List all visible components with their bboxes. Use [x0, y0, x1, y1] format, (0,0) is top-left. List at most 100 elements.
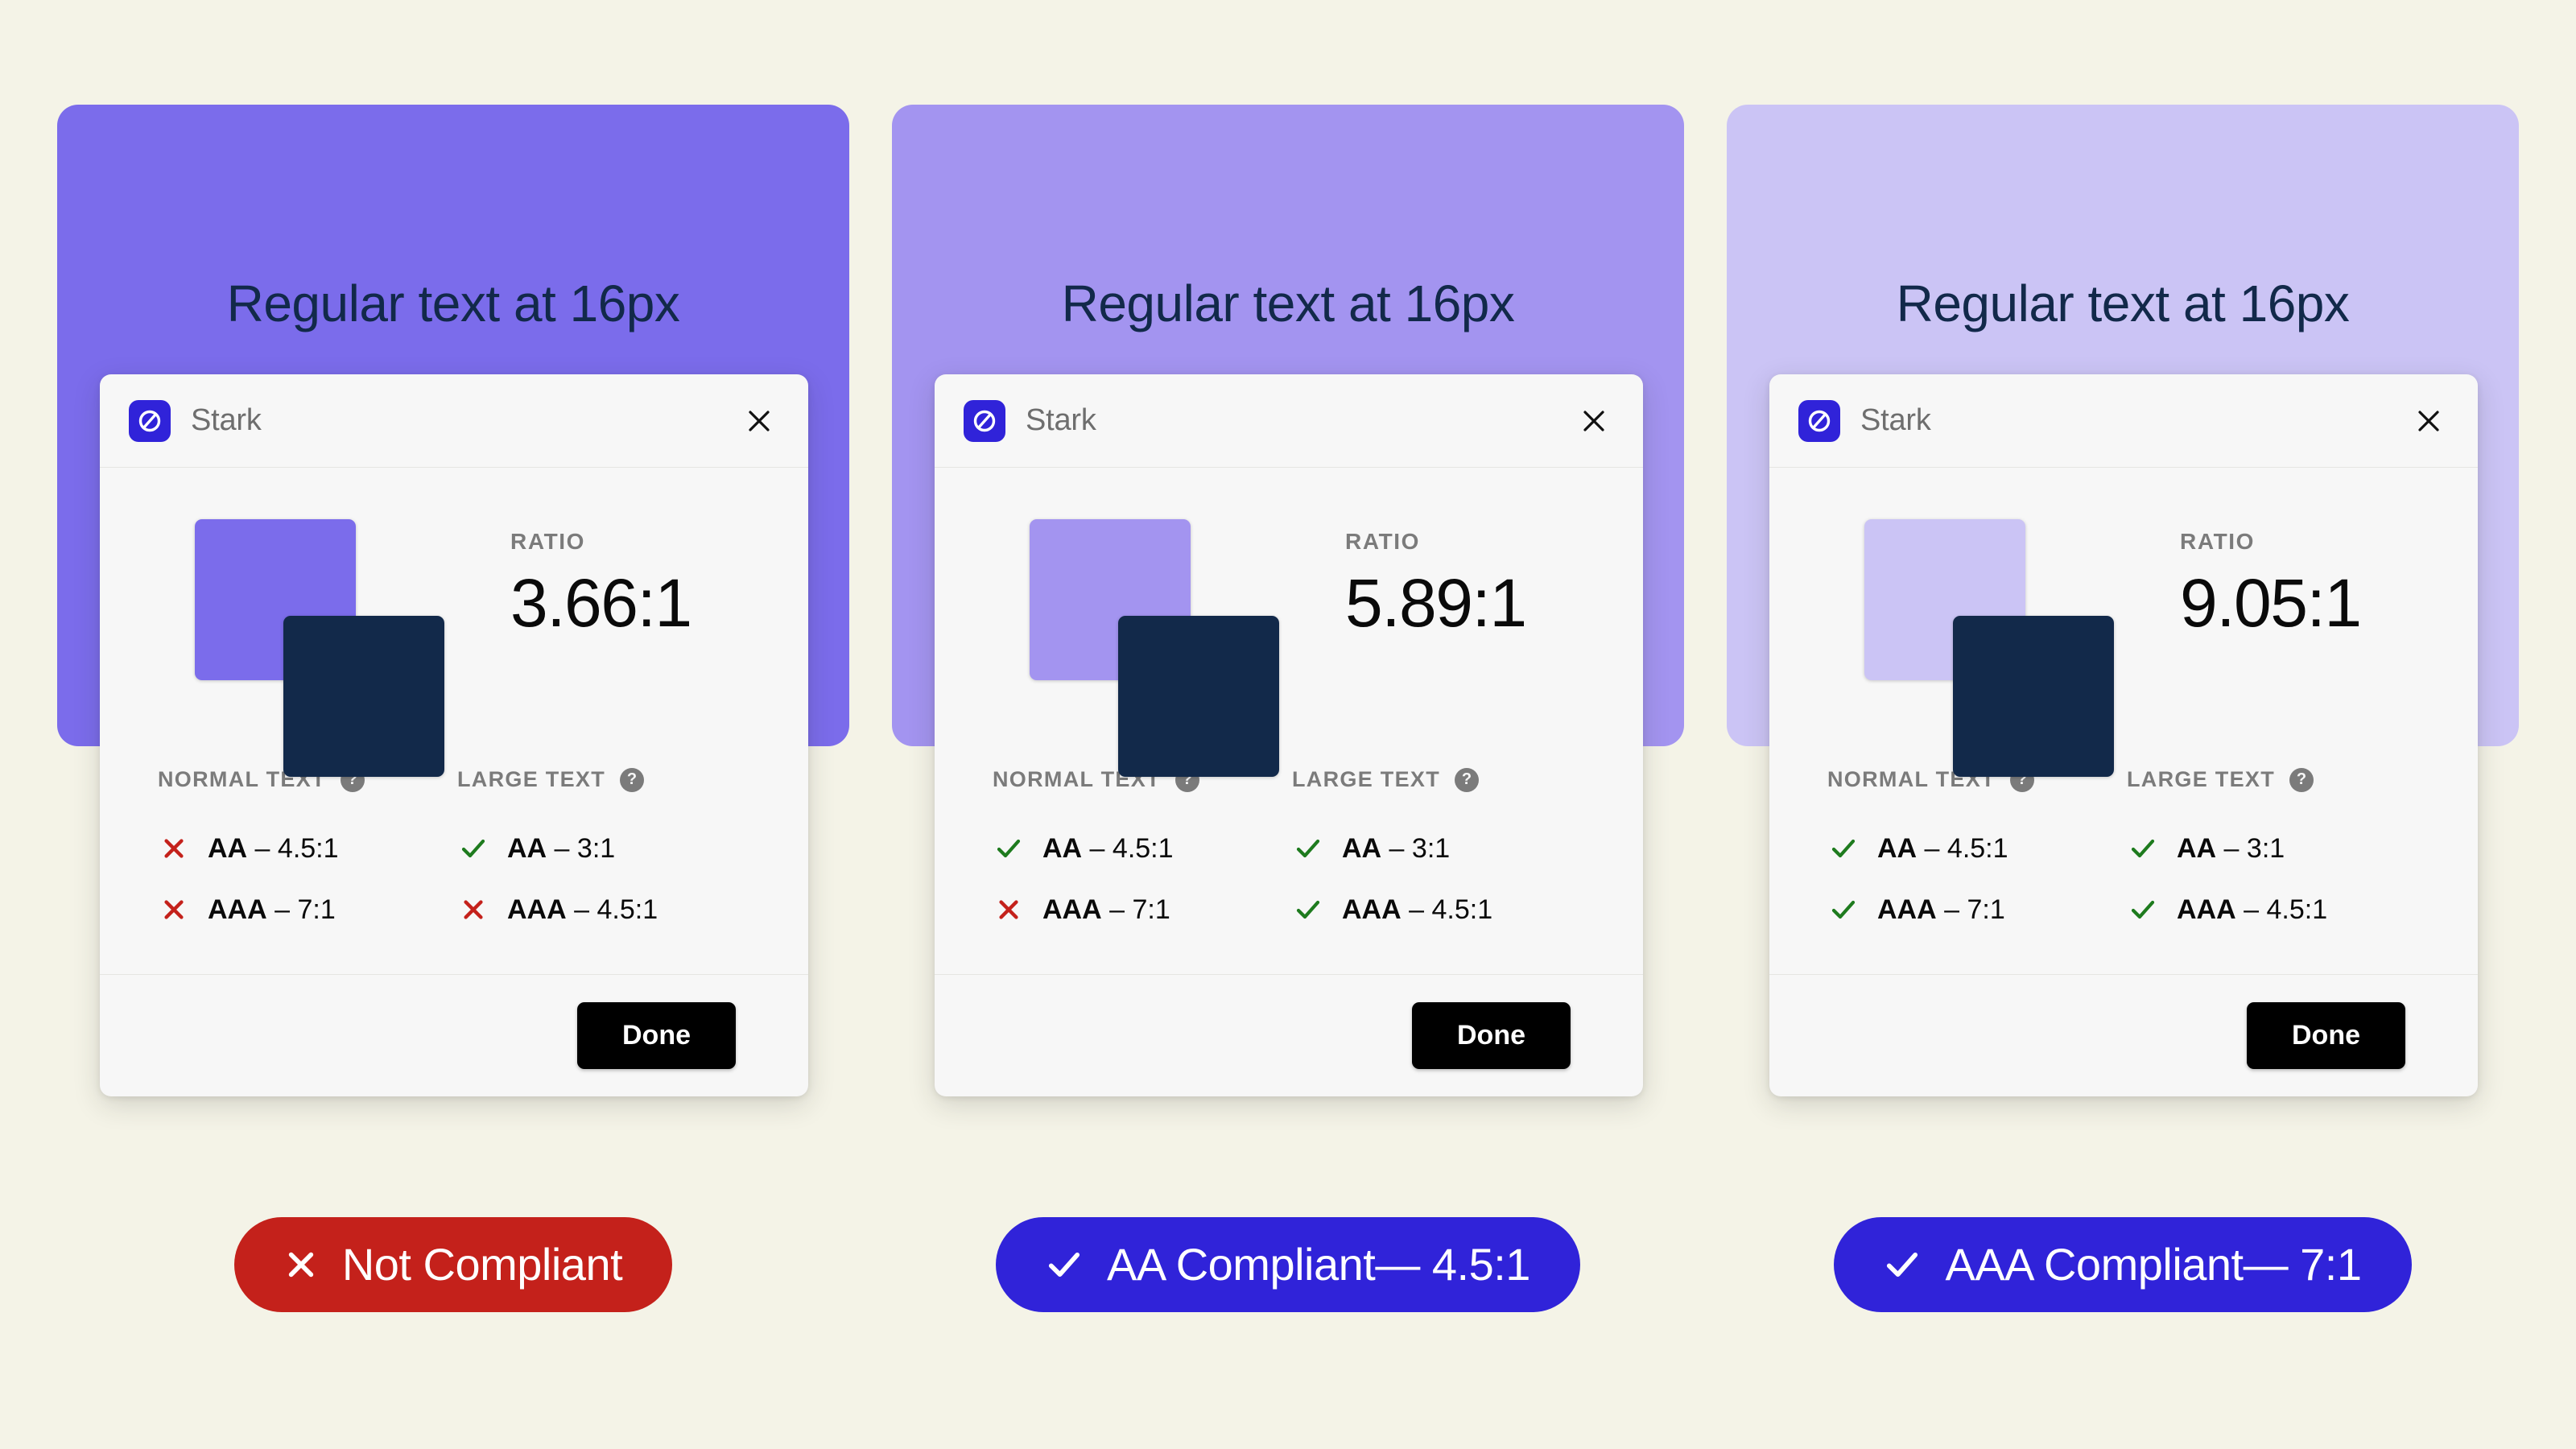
compliance-column: NORMAL TEXT? AA – 4.5:1 AAA – 7:1	[158, 767, 448, 940]
compliance-column: LARGE TEXT? AA – 3:1 AAA – 4.5:1	[2127, 767, 2417, 940]
done-button[interactable]: Done	[1412, 1002, 1571, 1069]
compliance-row: AA – 3:1	[1292, 818, 1582, 879]
compliance-column-header: LARGE TEXT?	[457, 767, 747, 792]
compliance-row: AAA – 7:1	[993, 879, 1282, 940]
fail-cross-icon	[158, 897, 190, 923]
compliance-row: AA – 4.5:1	[993, 818, 1282, 879]
badge-label: AA Compliant— 4.5:1	[1107, 1239, 1530, 1290]
compliance-row-label: AAA – 4.5:1	[507, 894, 658, 926]
card-header: Stark	[1769, 374, 2478, 468]
badge-slot: AA Compliant— 4.5:1	[892, 1217, 1684, 1312]
ratio-label: RATIO	[1345, 529, 1421, 554]
compliance-status-badge[interactable]: AA Compliant— 4.5:1	[996, 1217, 1580, 1312]
compliance-level: AA	[208, 832, 248, 864]
compliance-level: AA	[1042, 832, 1083, 864]
compliance-status-badge[interactable]: Not Compliant	[233, 1217, 673, 1312]
done-button[interactable]: Done	[577, 1002, 736, 1069]
compliance-column: LARGE TEXT? AA – 3:1 AAA – 4.5:1	[1292, 767, 1582, 940]
compliance-row: AAA – 4.5:1	[457, 879, 747, 940]
compliance-row: AA – 4.5:1	[1827, 818, 2117, 879]
compliance-column-header: LARGE TEXT?	[2127, 767, 2417, 792]
card-footer: Done	[935, 974, 1643, 1096]
card-footer: Done	[100, 974, 808, 1096]
pass-check-icon	[457, 835, 489, 862]
compliance-row-label: AA – 4.5:1	[1877, 833, 2008, 865]
ratio-value: 5.89:1	[1345, 565, 1527, 641]
ratio-value: 3.66:1	[510, 565, 692, 641]
compliance-grid: NORMAL TEXT? AA – 4.5:1 AAA – 7:1 LARGE TEX…	[964, 729, 1614, 940]
compliance-separator: –	[247, 832, 278, 864]
card-body: RATIO 5.89:1 NORMAL TEXT? AA – 4.5:1 AAA – 7…	[935, 468, 1643, 940]
badge-label: AAA Compliant— 7:1	[1945, 1239, 2362, 1290]
help-icon[interactable]: ?	[2289, 767, 2314, 792]
compliance-row-label: AA – 4.5:1	[1042, 833, 1174, 865]
background-color-swatch[interactable]	[1118, 616, 1279, 777]
pass-check-icon	[1827, 896, 1860, 923]
compliance-level: AAA	[208, 894, 267, 925]
compliance-level: AAA	[507, 894, 567, 925]
compliance-column: NORMAL TEXT? AA – 4.5:1 AAA – 7:1	[993, 767, 1282, 940]
stark-plugin-card: Stark RATIO 9.05:1 NORMAL TEXT? AA – 4.5:1 AA…	[1769, 374, 2478, 1096]
compliance-level: AAA	[1877, 894, 1937, 925]
compliance-row-label: AAA – 7:1	[208, 894, 336, 926]
ratio-label: RATIO	[510, 529, 586, 554]
pass-check-icon	[2127, 835, 2159, 862]
ratio-value: 9.05:1	[2180, 565, 2362, 641]
compliance-row-label: AA – 3:1	[1342, 833, 1450, 865]
compliance-row: AAA – 7:1	[158, 879, 448, 940]
compliance-requirement: 7:1	[297, 894, 336, 925]
compliance-separator: –	[1101, 894, 1133, 925]
compliance-level: AA	[1342, 832, 1382, 864]
compliance-row: AAA – 4.5:1	[2127, 879, 2417, 940]
badge-slot: AAA Compliant— 7:1	[1727, 1217, 2519, 1312]
compliance-requirement: 4.5:1	[597, 894, 658, 925]
ratio-label: RATIO	[2180, 529, 2256, 554]
background-color-swatch[interactable]	[283, 616, 444, 777]
color-swatch-pair	[1864, 519, 2114, 777]
compliance-separator: –	[1082, 832, 1113, 864]
app-name-label: Stark	[191, 403, 262, 437]
badge-label: Not Compliant	[341, 1239, 623, 1290]
compliance-column-title: LARGE TEXT	[2127, 767, 2276, 791]
stark-plugin-card: Stark RATIO 3.66:1 NORMAL TEXT? AA – 4.5:1 AA…	[100, 374, 808, 1096]
pass-check-icon	[2127, 896, 2159, 923]
compliance-grid: NORMAL TEXT? AA – 4.5:1 AAA – 7:1 LARGE TEX…	[129, 729, 779, 940]
card-footer: Done	[1769, 974, 2478, 1096]
compliance-row: AA – 3:1	[2127, 818, 2417, 879]
compliance-row: AA – 3:1	[457, 818, 747, 879]
compliance-separator: –	[547, 832, 577, 864]
compliance-row-label: AAA – 4.5:1	[1342, 894, 1492, 926]
close-icon[interactable]	[1575, 402, 1612, 440]
compliance-level: AAA	[1342, 894, 1402, 925]
contrast-ratio-block: RATIO 5.89:1	[1345, 519, 1527, 641]
card-body: RATIO 3.66:1 NORMAL TEXT? AA – 4.5:1 AAA – 7…	[100, 468, 808, 940]
swatch-ratio-row: RATIO 9.05:1	[1798, 519, 2449, 777]
check-icon	[1884, 1246, 1921, 1283]
close-icon[interactable]	[741, 402, 778, 440]
compliance-row-label: AA – 3:1	[2177, 833, 2285, 865]
compliance-status-badge[interactable]: AAA Compliant— 7:1	[1834, 1217, 2412, 1312]
compliance-separator: –	[1401, 894, 1432, 925]
swatch-ratio-row: RATIO 5.89:1	[964, 519, 1614, 777]
compliance-column-title: LARGE TEXT	[457, 767, 606, 791]
fail-cross-icon	[993, 897, 1025, 923]
card-header: Stark	[100, 374, 808, 468]
compliance-column-title: LARGE TEXT	[1292, 767, 1441, 791]
compliance-requirement: 4.5:1	[277, 832, 339, 864]
compliance-requirement: 7:1	[1967, 894, 2005, 925]
compliance-requirement: 3:1	[576, 832, 616, 864]
close-icon[interactable]	[2410, 402, 2447, 440]
done-button[interactable]: Done	[2247, 1002, 2405, 1069]
pass-check-icon	[993, 835, 1025, 862]
help-icon[interactable]: ?	[1455, 767, 1480, 792]
stark-logo-icon	[964, 399, 1005, 442]
compliance-row-label: AAA – 7:1	[1877, 894, 2005, 926]
compliance-separator: –	[1917, 832, 1947, 864]
compliance-level: AA	[507, 832, 547, 864]
compliance-requirement: 3:1	[2246, 832, 2285, 864]
compliance-column: LARGE TEXT? AA – 3:1 AAA – 4.5:1	[457, 767, 747, 940]
background-color-swatch[interactable]	[1953, 616, 2114, 777]
help-icon[interactable]: ?	[620, 767, 645, 792]
compliance-row: AA – 4.5:1	[158, 818, 448, 879]
compliance-level: AAA	[2177, 894, 2236, 925]
